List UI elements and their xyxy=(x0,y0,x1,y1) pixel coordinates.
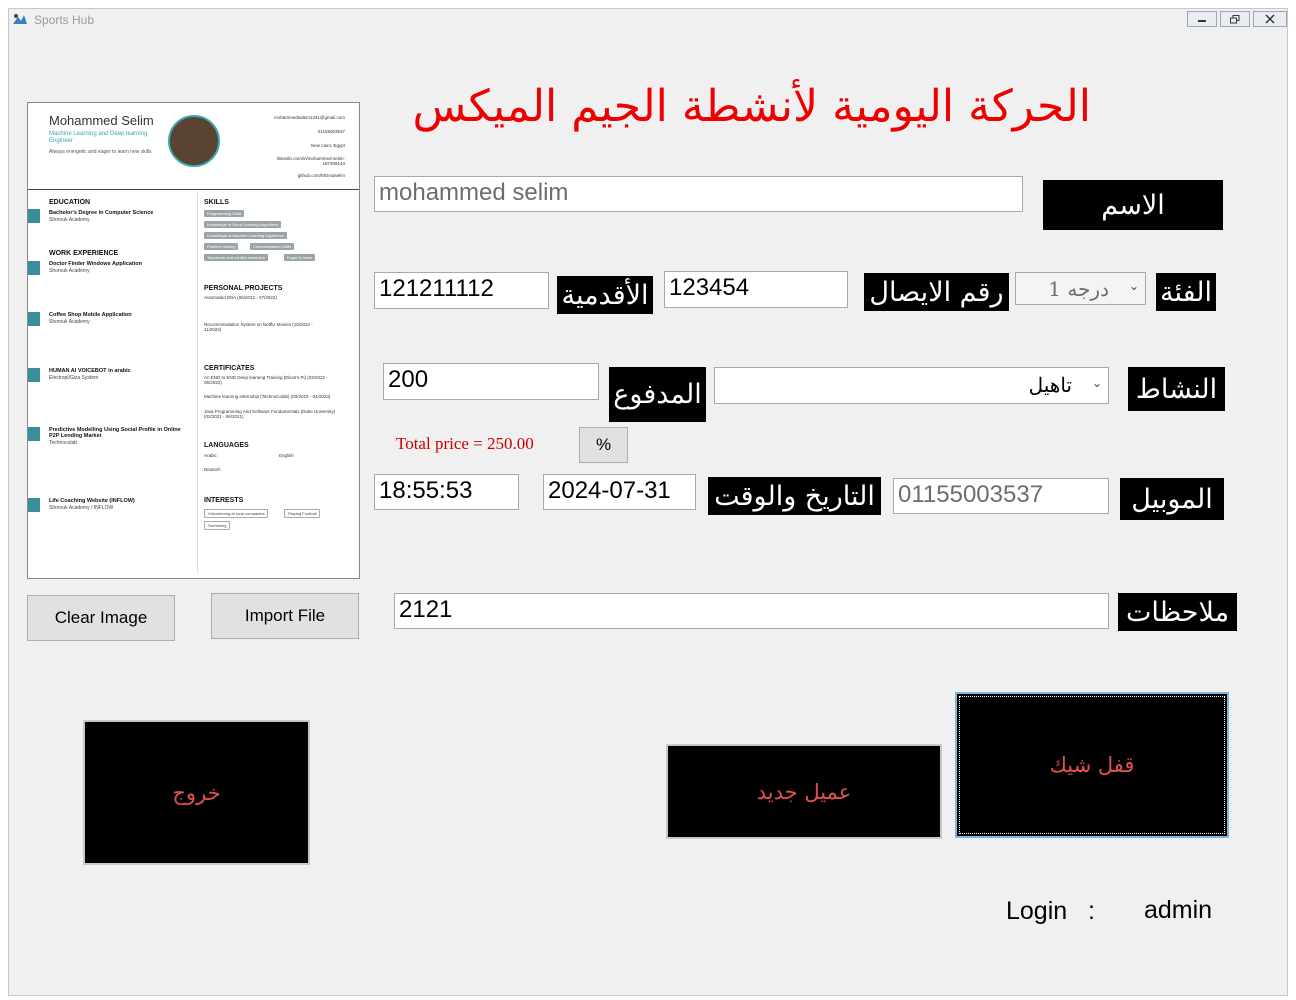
cv-divider xyxy=(28,189,359,190)
cv-work-title: HUMAN AI VOICEBOT in arabic xyxy=(49,368,131,374)
date-input[interactable]: 2024-07-31 xyxy=(543,474,696,510)
percent-button[interactable]: % xyxy=(579,427,628,463)
paid-label: المدفوع xyxy=(609,367,706,422)
cv-photo xyxy=(168,115,220,167)
app-logo-icon xyxy=(13,14,27,24)
cv-bullet xyxy=(28,261,40,275)
seniority-label: الأقدمية xyxy=(557,276,653,314)
cv-skill-pill: Knowledge of Deep Learning Algorithms xyxy=(204,221,282,228)
app-window: Sports Hub الحركة اليومية لأنشطة الجيم ا… xyxy=(8,8,1288,996)
window-title: Sports Hub xyxy=(34,13,95,27)
activity-select[interactable]: تاهيل ⌄ xyxy=(714,367,1109,404)
cv-language: Deutsch xyxy=(204,467,221,472)
cv-education-heading: EDUCATION xyxy=(49,199,91,206)
cv-tagline: Always energetic and eager to learn new … xyxy=(49,149,152,155)
exit-button[interactable]: خروج xyxy=(83,720,310,865)
login-user: admin xyxy=(1144,896,1213,924)
cv-education-org: Shorouk Academy xyxy=(49,217,90,223)
cv-contact-phone: 01155003537 xyxy=(317,129,345,134)
cv-work-org: Technocolab xyxy=(49,440,78,446)
cv-image: Mohammed Selim Machine Learning and Deep… xyxy=(27,102,360,579)
cv-skill-pill: Knowledge of Machine Learning Algorithms xyxy=(204,232,287,239)
receipt-label: رقم الايصال xyxy=(864,273,1009,311)
receipt-input[interactable]: 123454 xyxy=(664,271,848,308)
cv-column-divider xyxy=(197,193,198,573)
title-bar: Sports Hub xyxy=(9,9,1287,31)
cv-bullet xyxy=(28,312,40,326)
cv-bullet xyxy=(28,498,40,512)
cv-language: English xyxy=(279,453,294,458)
category-label: الفئة xyxy=(1156,273,1216,311)
paid-input[interactable]: 200 xyxy=(383,363,599,400)
notes-input[interactable]: 2121 xyxy=(394,593,1109,629)
cv-bullet xyxy=(28,368,40,382)
notes-label: ملاحظات xyxy=(1118,593,1237,631)
cv-skills-heading: SKILLS xyxy=(204,199,229,206)
time-input[interactable]: 18:55:53 xyxy=(374,474,519,510)
cv-certificates-heading: CERTIFICATES xyxy=(204,365,255,372)
cv-work-org: Electropi/Giza System xyxy=(49,375,99,381)
cv-work-title: Coffee Shop Mobile Application xyxy=(49,312,132,318)
seniority-input[interactable]: 121211112 xyxy=(374,272,549,309)
restore-button[interactable] xyxy=(1220,11,1250,27)
mobile-input[interactable]: 01155003537 xyxy=(893,478,1109,514)
minimize-button[interactable] xyxy=(1187,11,1217,27)
cv-interest-pill: Playing Football xyxy=(284,509,321,518)
close-icon xyxy=(1265,14,1275,24)
cv-bullet xyxy=(28,427,40,441)
cv-skill-pill: Programming Skills xyxy=(204,210,245,217)
cv-contact-email: mohammedsalem1331@gmail.com xyxy=(274,115,345,120)
cv-work-org: Shorouk Academy xyxy=(49,268,90,274)
datetime-label: التاريخ والوقت xyxy=(708,477,881,515)
cv-interest-pill: Volunteering at local companies xyxy=(204,509,269,518)
cv-role: Machine Learning and Deep learning Engin… xyxy=(49,131,148,144)
cv-name: Mohammed Selim xyxy=(49,113,154,128)
login-label: Login : xyxy=(1006,897,1095,925)
cv-bullet xyxy=(28,209,40,223)
restore-icon xyxy=(1230,14,1240,23)
chevron-down-icon: ⌄ xyxy=(1091,376,1102,390)
cv-languages-heading: LANGUAGES xyxy=(204,442,249,449)
cv-work-org: Shorouk Academy / INFLOW xyxy=(49,505,114,511)
cv-education-title: Bachelor's Degree in Computer Science xyxy=(49,210,154,216)
chevron-down-icon: ⌄ xyxy=(1128,279,1139,293)
total-price: Total price = 250.00 xyxy=(396,434,534,453)
cv-work-title: Predictive Modelling Using Social Profil… xyxy=(49,427,181,439)
cv-certificate: An END to END Deep learning Training (El… xyxy=(204,375,328,385)
page-title: الحركة اليومية لأنشطة الجيم الميكس xyxy=(412,81,1091,132)
cv-work-title: Doctor Finder Windows Application xyxy=(49,261,142,267)
new-client-button[interactable]: عميل جديد xyxy=(666,744,942,839)
cv-skill-pill: Communication Skills xyxy=(250,243,295,250)
category-select[interactable]: درجه 1 ⌄ xyxy=(1015,272,1146,305)
cv-interest-pill: Swimming xyxy=(204,521,231,530)
import-file-button[interactable]: Import File xyxy=(211,593,359,639)
close-button[interactable] xyxy=(1253,11,1287,27)
name-label: الاسم xyxy=(1043,180,1223,230)
activity-label: النشاط xyxy=(1128,367,1225,411)
minimize-icon xyxy=(1198,20,1206,22)
cv-projects-heading: PERSONAL PROJECTS xyxy=(204,285,283,292)
cv-work-title: Life Coaching Website (INFLOW) xyxy=(49,498,135,504)
cv-skill-pill: Teamwork and conflict resolution xyxy=(204,254,269,261)
cv-certificate: Java Programming And Software Fundamenta… xyxy=(204,409,336,419)
cv-skill-pill: Eager to learn xyxy=(284,254,316,261)
cv-contact-linkedin: linkedin.com/in/mohammed-selim-187309144 xyxy=(276,156,345,166)
lock-check-button[interactable]: قفل شيك xyxy=(955,692,1229,838)
cv-certificate: Machine learning internship (TechnoColab… xyxy=(204,394,331,399)
cv-work-org: Shorouk Academy xyxy=(49,319,90,325)
cv-interests-heading: INTERESTS xyxy=(204,497,244,504)
mobile-label: الموبيل xyxy=(1120,478,1224,520)
cv-project: Recommendation System on Netflix Movies … xyxy=(204,322,313,332)
cv-contact-github: github.com/MOmdselim xyxy=(297,173,345,178)
category-value: درجه 1 xyxy=(1048,277,1109,301)
activity-value: تاهيل xyxy=(1028,373,1072,397)
cv-contact-location: New cairo, Egypt xyxy=(310,143,345,148)
cv-skill-pill: Problem solving xyxy=(204,243,239,250)
clear-image-button[interactable]: Clear Image xyxy=(27,595,175,641)
cv-work-heading: WORK EXPERIENCE xyxy=(49,250,119,257)
cv-project: Automated EDA (06/2022 - 07/2022) xyxy=(204,295,277,300)
cv-language: Arabic xyxy=(204,453,217,458)
name-input[interactable]: mohammed selim xyxy=(374,176,1023,212)
